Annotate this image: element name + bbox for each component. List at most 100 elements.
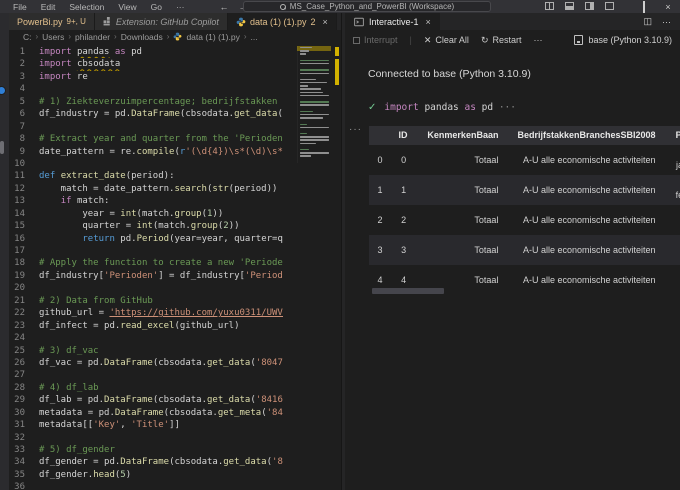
line-content: df_vac = pd.DataFrame(cbsodata.get_data(…	[39, 357, 283, 368]
table-row: 3 3 Totaal A-U alle economische activiteite…	[369, 235, 680, 265]
line-number: 3	[19, 71, 25, 82]
line-content: df_industry['Perioden'] = df_industry['P…	[39, 270, 283, 281]
menu-file[interactable]: File	[6, 2, 34, 12]
line-content	[39, 121, 283, 133]
python-icon	[236, 17, 246, 26]
window-close-button[interactable]: ×	[656, 2, 680, 12]
horizontal-scrollbar[interactable]	[372, 288, 444, 294]
restart-button[interactable]: ↻ Restart	[481, 35, 522, 46]
minimap-line	[300, 139, 329, 141]
executed-cell[interactable]: ✓ import pandas as pd ···	[368, 102, 516, 113]
tab-label: data (1) (1).py	[249, 16, 307, 27]
minimap-line	[300, 117, 323, 119]
output-actions-icon[interactable]: ···	[349, 124, 362, 135]
split-editor-icon[interactable]: ◫	[643, 16, 652, 27]
tab-label: Extension: GitHub Copilot	[115, 16, 219, 27]
code-line: 31 metadata[['Key', 'Title']]	[9, 419, 297, 431]
line-content: # 4) df_lab	[39, 382, 99, 393]
menu-selection[interactable]: Selection	[62, 2, 111, 12]
minimap-line	[300, 123, 307, 125]
line-number: 36	[14, 482, 25, 490]
code-line: 2 import cbsodata	[9, 58, 297, 70]
table-cell: 1	[401, 184, 407, 195]
minimap-line	[300, 69, 329, 71]
line-number: 17	[14, 246, 25, 256]
line-number: 28	[14, 382, 25, 393]
breadcrumb-item[interactable]: Downloads	[121, 32, 163, 42]
kernel-icon	[574, 35, 584, 45]
toggle-secondary-sidebar-icon[interactable]	[585, 2, 594, 10]
line-number: 6	[19, 109, 25, 120]
success-check-icon: ✓	[368, 102, 377, 113]
line-number: 15	[14, 221, 25, 232]
code-line: 29 df_lab = pd.DataFrame(cbsodata.get_dat…	[9, 394, 297, 406]
toggle-sidebar-icon[interactable]	[545, 2, 554, 10]
tab-close-icon[interactable]: ×	[426, 17, 431, 27]
menu-[interactable]: ···	[169, 2, 192, 12]
tab-data-py[interactable]: data (1) (1).py 2 ×	[227, 13, 337, 30]
tab-extension-copilot[interactable]: Extension: GitHub Copilot	[94, 13, 228, 30]
clear-all-button[interactable]: ✕ Clear All	[424, 35, 469, 46]
minimap-line	[300, 50, 310, 52]
line-number: 11	[14, 171, 25, 182]
window-restore-button[interactable]	[632, 0, 656, 13]
customize-layout-icon[interactable]	[605, 2, 614, 10]
line-number: 12	[14, 183, 25, 194]
code-editor[interactable]: 1 import pandas as pd 2 import cbsodata 3 imp…	[9, 43, 341, 490]
code-lines: 1 import pandas as pd 2 import cbsodata 3 imp…	[9, 46, 297, 490]
menu-go[interactable]: Go	[144, 2, 169, 12]
interrupt-button[interactable]: Interrupt	[353, 35, 398, 45]
breadcrumb-item[interactable]: data (1) (1).py	[186, 32, 239, 42]
line-content: import re	[39, 71, 88, 82]
breadcrumb-item[interactable]: Users	[42, 32, 64, 42]
table-cell: 2006 april	[668, 235, 680, 265]
overview-ruler[interactable]	[334, 43, 341, 490]
table-cell: 3	[377, 244, 383, 255]
line-number: 25	[14, 345, 25, 356]
menu-view[interactable]: View	[111, 2, 143, 12]
toggle-panel-icon[interactable]	[565, 2, 574, 10]
line-content	[39, 83, 283, 95]
line-number: 29	[14, 395, 25, 406]
toolbar-more-button[interactable]: ···	[534, 35, 543, 45]
table-cell: Totaal	[474, 154, 499, 165]
code-line: 7	[9, 121, 297, 133]
line-number: 1	[19, 47, 25, 57]
minimap-line	[300, 59, 329, 62]
kernel-picker[interactable]: base (Python 3.10.9)	[574, 35, 672, 45]
code-line: 32	[9, 432, 297, 444]
breadcrumb-item[interactable]: C:	[23, 32, 32, 42]
menu-edit[interactable]: Edit	[34, 2, 63, 12]
breadcrumb: C: › Users › philander › Downloads › data (1) (1…	[9, 30, 341, 43]
table-cell: Totaal	[474, 214, 499, 225]
minimap-line	[300, 152, 329, 154]
activity-badge-icon[interactable]	[0, 86, 6, 95]
line-content: df_infect = pd.read_excel(github_url)	[39, 320, 240, 331]
more-actions-icon[interactable]: ···	[662, 17, 671, 27]
tab-powerbi-py[interactable]: PowerBi.py 9+, U	[9, 13, 95, 30]
tab-interactive-1[interactable]: Interactive-1 ×	[345, 13, 440, 30]
line-content: match = date_pattern.search(str(period))	[39, 183, 278, 194]
table-cell: 2006 mei	[668, 265, 680, 295]
table-cell: 2006 januari	[675, 160, 680, 170]
nav-back-icon[interactable]: ←	[219, 2, 228, 12]
tab-close-icon[interactable]: ×	[322, 17, 327, 27]
editor-group: PowerBi.py 9+, U Extension: GitHub Copil…	[9, 13, 354, 490]
breadcrumb-item[interactable]: philander	[75, 32, 110, 42]
code-line: 18 # Apply the function to create a new '…	[9, 257, 297, 269]
line-number: 14	[14, 208, 25, 219]
line-content	[39, 332, 283, 344]
panel-tab-bar: Interactive-1 × ◫ ···	[345, 13, 680, 30]
breadcrumb-item[interactable]: ...	[251, 32, 258, 42]
activity-indicator-icon	[0, 141, 4, 154]
minimap-line	[300, 82, 328, 84]
line-content: metadata = pd.DataFrame(cbsodata.get_met…	[39, 407, 283, 418]
code-line: 5 # 1) Ziekteverzuimpercentage; bedrijfst…	[9, 96, 297, 108]
minimap-line	[300, 85, 309, 87]
command-center-search[interactable]: MS_Case_Python_and_PowerBI (Workspace)	[243, 1, 491, 12]
line-number: 13	[14, 196, 25, 207]
line-content: return pd.Period(year=year, quarter=quar…	[82, 233, 283, 244]
minimap[interactable]	[297, 46, 331, 163]
table-cell: A-U alle economische activiteiten	[523, 244, 656, 255]
code-line: 12 match = date_pattern.search(str(perio…	[9, 183, 297, 195]
